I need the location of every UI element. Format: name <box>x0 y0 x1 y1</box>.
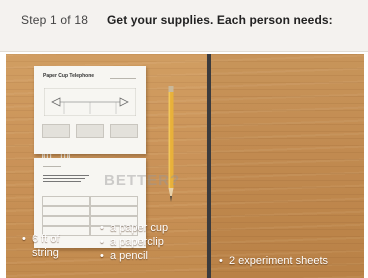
sheet-box <box>76 124 104 138</box>
list-item: • a paper cup <box>100 221 168 235</box>
photo-divider <box>207 54 211 278</box>
string-caption: • 6 ft of string <box>22 232 60 260</box>
paperclip-label: a paperclip <box>110 236 164 248</box>
sheets-caption: • 2 experiment sheets <box>219 254 328 268</box>
telephone-diagram <box>44 88 136 116</box>
sheet-table-cell <box>90 206 138 216</box>
sheet-question-text <box>43 174 93 188</box>
bullet: • <box>100 222 104 234</box>
bullet: • <box>100 250 104 262</box>
sheet-box <box>110 124 138 138</box>
sheet-title: Paper Cup Telephone <box>43 73 95 79</box>
lesson-step-screen: Step 1 of 18 Get your supplies. Each per… <box>0 0 368 278</box>
bullet: • <box>219 255 223 267</box>
name-line <box>110 78 136 79</box>
cup-label: a paper cup <box>110 222 169 234</box>
supplies-list: • a paper cup • a paperclip • a pencil <box>100 221 168 263</box>
sheet-watermark-word: BETTER? <box>104 172 181 189</box>
step-counter: Step 1 of 18 <box>21 13 89 27</box>
sheet-table-cell <box>42 216 90 226</box>
step-header: Step 1 of 18 Get your supplies. Each per… <box>0 0 368 52</box>
list-item: • a paperclip <box>100 235 168 249</box>
string-caption-line1: 6 ft of <box>32 233 60 245</box>
list-item: • a pencil <box>100 249 168 263</box>
bullet: • <box>100 236 104 248</box>
supplies-photo: Paper Cup Telephone BETTER? • 6 ft of st… <box>6 54 364 278</box>
sheet-box <box>42 124 70 138</box>
bullet: • <box>22 233 26 245</box>
name-line <box>43 166 61 167</box>
right-pane <box>211 54 364 278</box>
sheet-table-cell <box>42 206 90 216</box>
sheets-label: 2 experiment sheets <box>229 255 329 267</box>
sheet-table-cell <box>42 196 90 206</box>
pencil-label: a pencil <box>110 250 148 262</box>
sheet-table-cell <box>90 196 138 206</box>
string-caption-line2: string <box>32 247 59 259</box>
experiment-sheet-1: Paper Cup Telephone <box>34 66 146 154</box>
step-title: Get your supplies. Each person needs: <box>107 13 333 27</box>
